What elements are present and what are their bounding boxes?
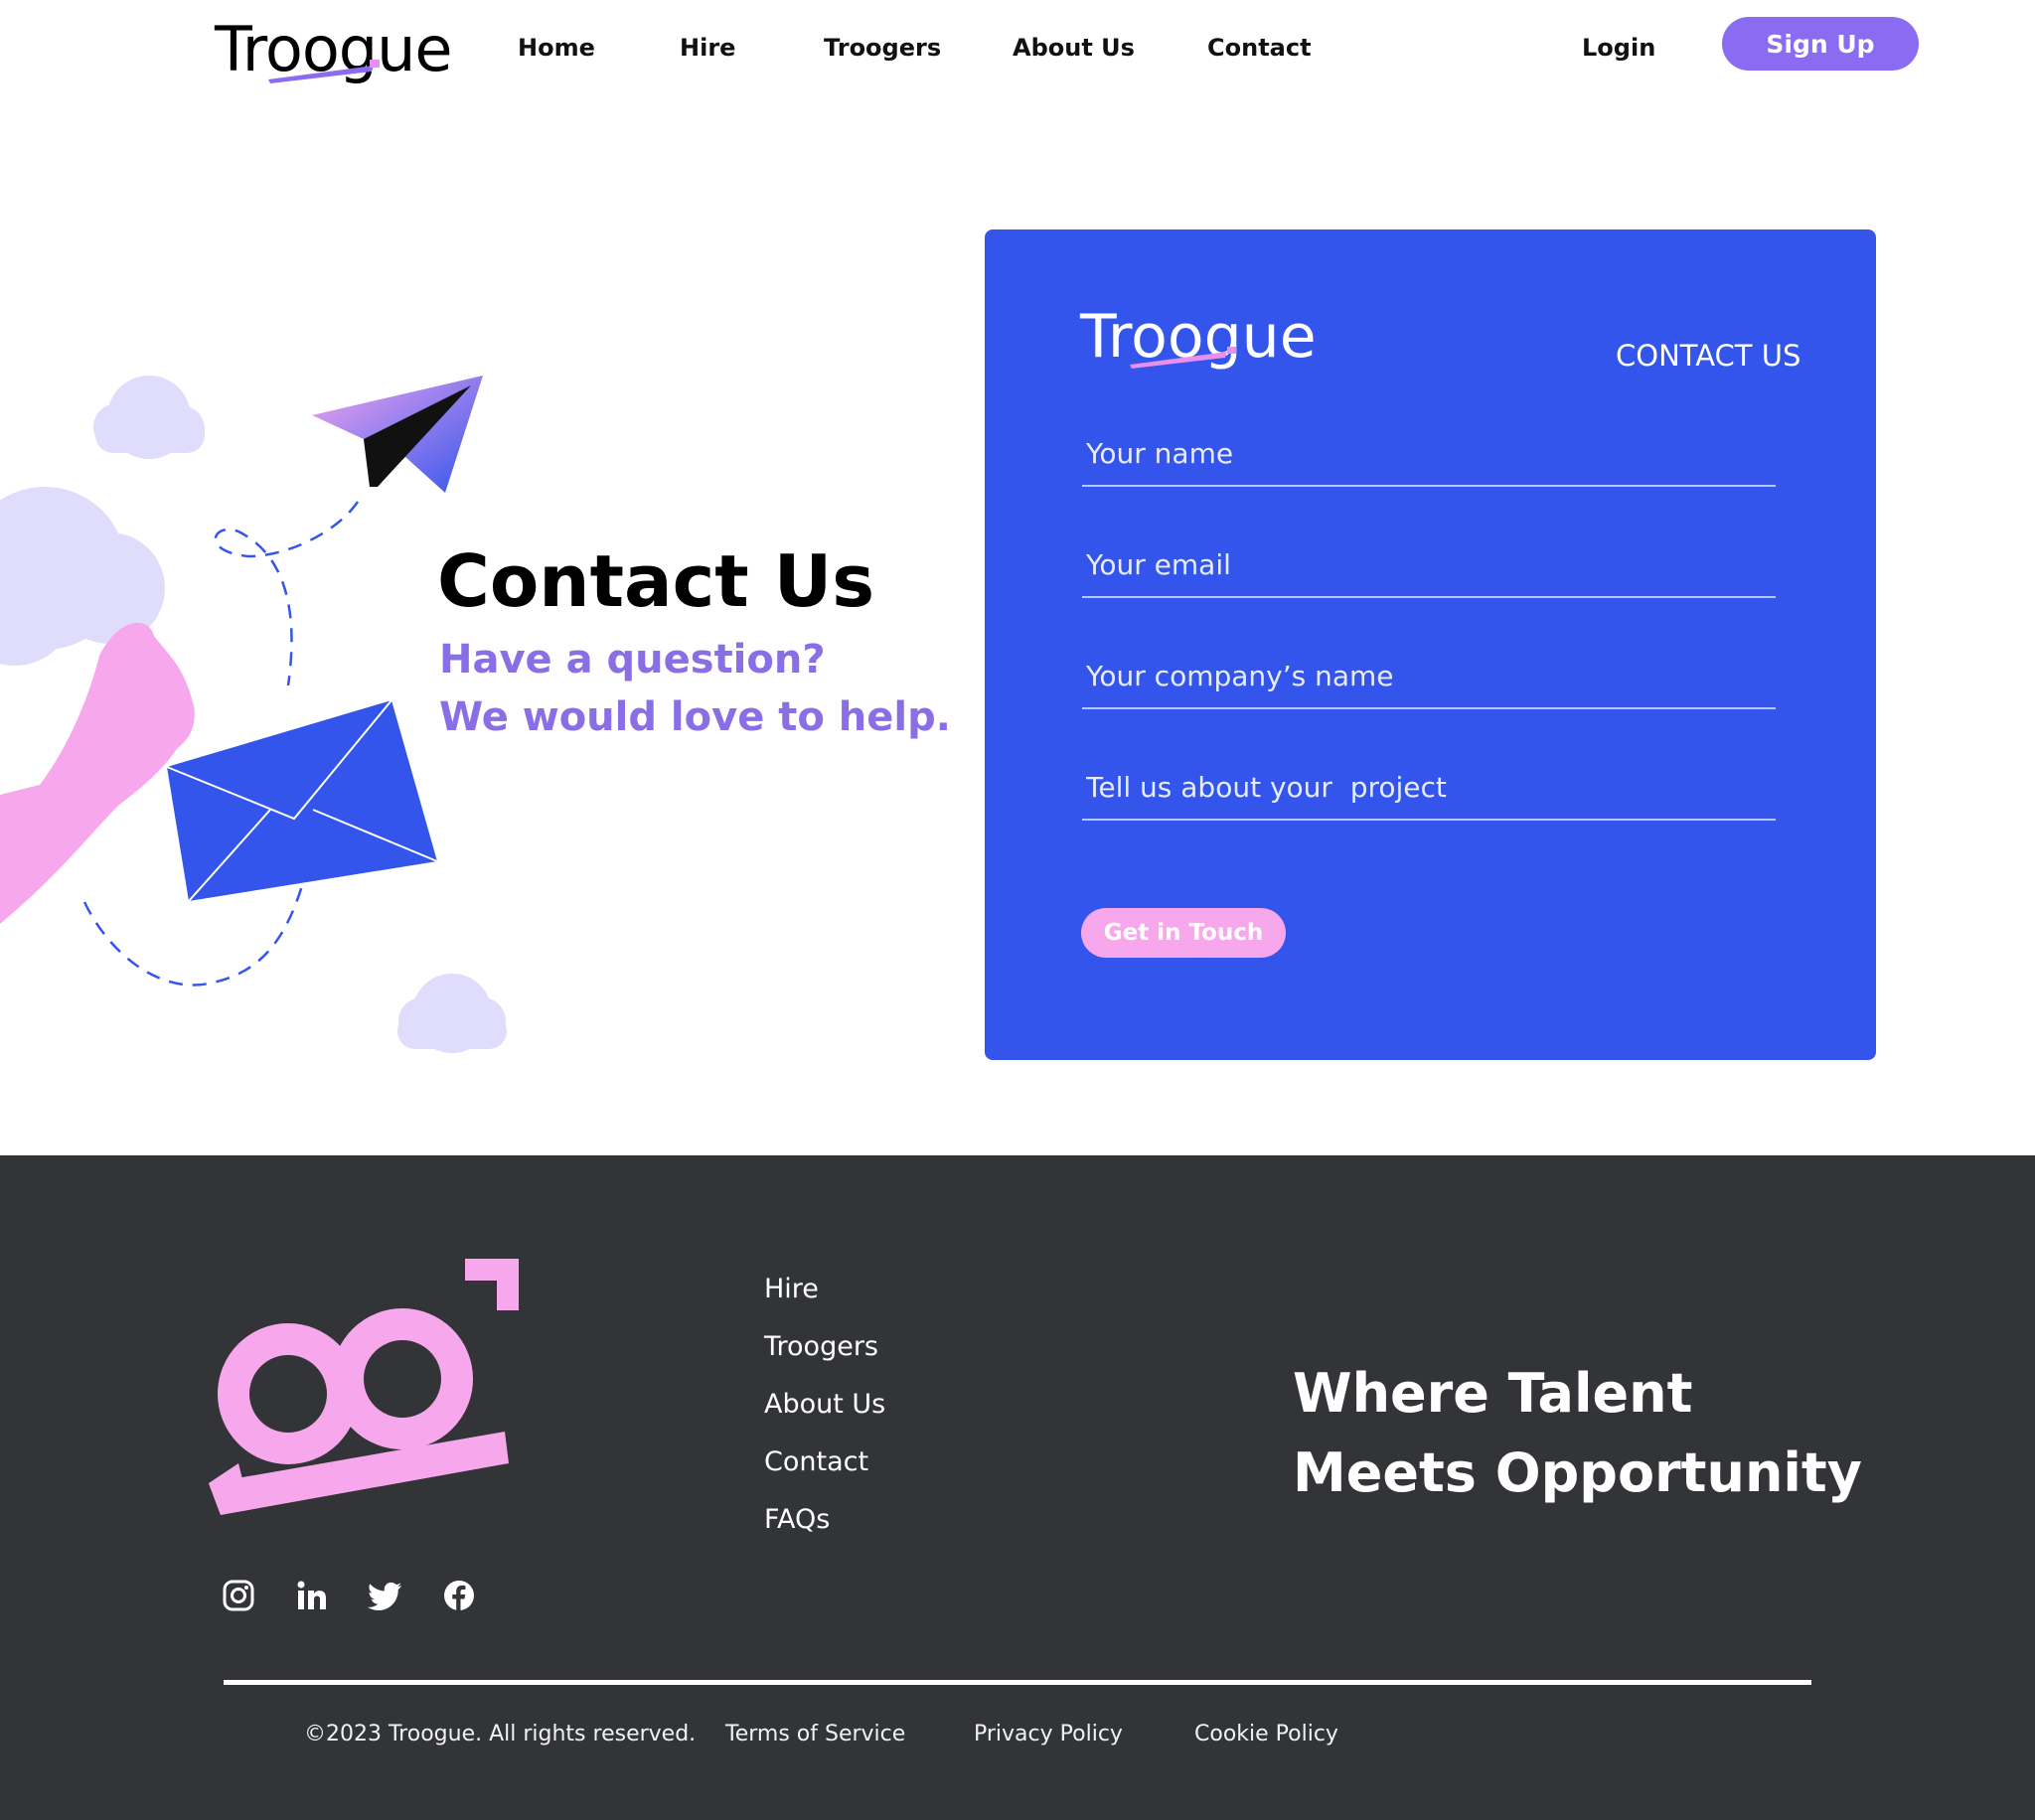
tagline-line-2: Meets Opportunity xyxy=(1293,1441,1862,1504)
subtitle-line-1: Have a question? xyxy=(439,637,826,682)
header-logo[interactable]: Troogue xyxy=(215,10,453,89)
form-heading: CONTACT US xyxy=(1616,339,1801,373)
footer-link-contact[interactable]: Contact xyxy=(764,1442,868,1482)
name-field xyxy=(1082,423,1776,487)
email-input[interactable] xyxy=(1082,534,1776,594)
brand-mark-icon xyxy=(209,1259,519,1515)
project-field xyxy=(1082,757,1776,821)
contact-form-card: Troogue CONTACT US Get in Touch xyxy=(985,229,1876,1060)
login-link[interactable]: Login xyxy=(1582,32,1655,64)
instagram-icon[interactable] xyxy=(221,1578,256,1613)
email-field xyxy=(1082,534,1776,598)
nav-contact[interactable]: Contact xyxy=(1207,32,1312,64)
copyright-text: ©2023 Troogue. All rights reserved. xyxy=(304,1722,697,1746)
page-subtitle: Have a question? We would love to help. xyxy=(439,631,951,746)
page-title: Contact Us xyxy=(437,539,875,623)
facebook-icon[interactable] xyxy=(441,1578,477,1613)
privacy-policy-link[interactable]: Privacy Policy xyxy=(974,1719,1123,1750)
logo-swoosh-icon xyxy=(1130,347,1236,369)
footer-tagline: Where Talent Meets Opportunity xyxy=(1293,1354,1862,1513)
project-input[interactable] xyxy=(1082,757,1776,817)
linkedin-icon[interactable] xyxy=(294,1578,330,1613)
name-input[interactable] xyxy=(1082,423,1776,483)
card-logo: Troogue xyxy=(1080,299,1317,375)
footer-link-hire[interactable]: Hire xyxy=(764,1270,819,1309)
company-input[interactable] xyxy=(1082,646,1776,705)
signup-button[interactable]: Sign Up xyxy=(1722,17,1919,71)
company-field xyxy=(1082,646,1776,709)
site-footer: Hire Troogers About Us Contact FAQs Wher… xyxy=(0,1155,2035,1820)
envelope-icon xyxy=(166,699,438,902)
subtitle-line-2: We would love to help. xyxy=(439,694,951,740)
footer-link-faqs[interactable]: FAQs xyxy=(764,1500,830,1540)
get-in-touch-button[interactable]: Get in Touch xyxy=(1081,908,1286,958)
footer-link-troogers[interactable]: Troogers xyxy=(764,1327,878,1367)
footer-link-about-us[interactable]: About Us xyxy=(764,1385,885,1425)
cloud-icon xyxy=(397,974,507,1053)
cloud-icon xyxy=(93,376,205,459)
logo-swoosh-icon xyxy=(268,60,380,83)
nav-about-us[interactable]: About Us xyxy=(1013,32,1135,64)
terms-of-service-link[interactable]: Terms of Service xyxy=(725,1719,905,1750)
footer-divider xyxy=(224,1680,1811,1685)
cookie-policy-link[interactable]: Cookie Policy xyxy=(1194,1719,1338,1750)
tagline-line-1: Where Talent xyxy=(1293,1362,1693,1425)
paper-plane-icon xyxy=(312,376,483,493)
twitter-icon[interactable] xyxy=(368,1578,403,1613)
nav-troogers[interactable]: Troogers xyxy=(824,32,941,64)
nav-hire[interactable]: Hire xyxy=(680,32,735,64)
nav-home[interactable]: Home xyxy=(518,32,595,64)
